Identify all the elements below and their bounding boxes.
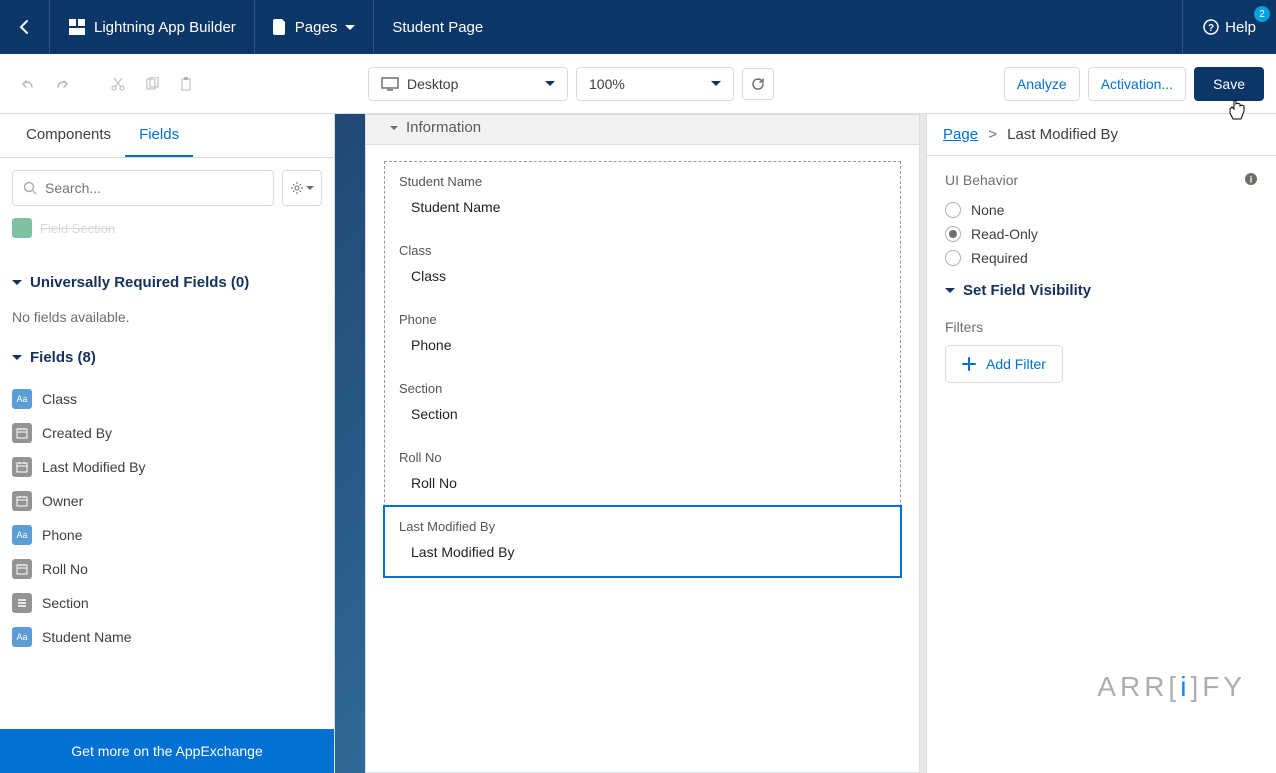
fields-header[interactable]: Fields (8) (12, 333, 322, 382)
plus-icon (962, 357, 976, 371)
chevron-down-icon (711, 81, 721, 86)
form-field[interactable]: ClassClass (385, 231, 900, 300)
cut-button[interactable] (102, 68, 134, 100)
radio-icon (945, 250, 961, 266)
svg-text:?: ? (1208, 23, 1214, 34)
chevron-down-icon (345, 25, 355, 30)
svg-text:i: i (1250, 175, 1253, 185)
page-name: Student Page (374, 0, 501, 54)
no-fields-text: No fields available. (12, 307, 322, 333)
information-header[interactable]: Information (366, 115, 919, 145)
chevron-down-icon (545, 81, 555, 86)
app-title-label: Lightning App Builder (94, 19, 236, 36)
canvas-stripe (335, 114, 365, 773)
refresh-button[interactable] (742, 68, 774, 100)
tab-components[interactable]: Components (12, 114, 125, 157)
chevron-down-icon (945, 288, 955, 293)
zoom-label: 100% (589, 76, 625, 92)
radio-none[interactable]: None (945, 198, 1258, 222)
help-button[interactable]: ? Help 2 (1182, 0, 1276, 54)
chevron-down-icon (306, 186, 314, 190)
help-label: Help (1225, 19, 1256, 36)
radio-icon (945, 226, 961, 242)
form-field[interactable]: Student NameStudent Name (385, 162, 900, 231)
field-item[interactable]: AaClass (12, 382, 322, 416)
form-field[interactable]: PhonePhone (385, 300, 900, 369)
ui-behavior-label: UI Behavior i (945, 172, 1258, 188)
pages-label: Pages (295, 19, 338, 36)
device-select[interactable]: Desktop (368, 67, 568, 101)
breadcrumb: Page > Last Modified By (927, 114, 1276, 156)
radio-icon (945, 202, 961, 218)
save-button[interactable]: Save (1194, 67, 1264, 101)
field-item[interactable]: Owner (12, 484, 322, 518)
paste-button[interactable] (170, 68, 202, 100)
undo-button[interactable] (12, 68, 44, 100)
chevron-down-icon (12, 355, 22, 360)
universal-fields-header[interactable]: Universally Required Fields (0) (12, 258, 322, 307)
field-section-item[interactable]: Field Section (12, 218, 322, 238)
appexchange-button[interactable]: Get more on the AppExchange (0, 729, 334, 773)
visibility-header[interactable]: Set Field Visibility (945, 270, 1258, 307)
radio-required[interactable]: Required (945, 246, 1258, 270)
app-title: Lightning App Builder (50, 0, 255, 54)
redo-button[interactable] (46, 68, 78, 100)
search-input[interactable] (45, 180, 263, 196)
breadcrumb-page[interactable]: Page (943, 126, 978, 143)
field-item[interactable]: Last Modified By (12, 450, 322, 484)
filters-label: Filters (945, 319, 1258, 335)
device-label: Desktop (407, 76, 537, 92)
gear-icon (290, 181, 304, 195)
tab-fields[interactable]: Fields (125, 114, 193, 157)
page-name-label: Student Page (392, 19, 483, 36)
field-item[interactable]: AaStudent Name (12, 620, 322, 654)
copy-button[interactable] (136, 68, 168, 100)
back-button[interactable] (0, 0, 50, 54)
add-filter-button[interactable]: Add Filter (945, 345, 1063, 383)
activation-button[interactable]: Activation... (1088, 67, 1186, 101)
radio-readonly[interactable]: Read-Only (945, 222, 1258, 246)
field-item[interactable]: Created By (12, 416, 322, 450)
settings-button[interactable] (282, 170, 322, 206)
breadcrumb-current: Last Modified By (1007, 126, 1118, 143)
form-field[interactable]: Last Modified ByLast Modified By (383, 505, 902, 578)
zoom-select[interactable]: 100% (576, 67, 734, 101)
help-badge: 2 (1254, 6, 1270, 22)
pages-menu[interactable]: Pages (255, 0, 375, 54)
form-field[interactable]: Roll NoRoll No (385, 438, 900, 507)
field-section-icon (12, 218, 32, 238)
info-icon[interactable]: i (1244, 172, 1258, 186)
field-item[interactable]: Roll No (12, 552, 322, 586)
field-item[interactable]: Section (12, 586, 322, 620)
chevron-down-icon (12, 280, 22, 285)
chevron-down-icon (390, 126, 398, 130)
search-input-wrapper (12, 170, 274, 206)
canvas-body[interactable]: Information Student NameStudent NameClas… (365, 114, 920, 773)
form-field[interactable]: SectionSection (385, 369, 900, 438)
field-item[interactable]: AaPhone (12, 518, 322, 552)
analyze-button[interactable]: Analyze (1004, 67, 1080, 101)
search-icon (23, 181, 37, 195)
